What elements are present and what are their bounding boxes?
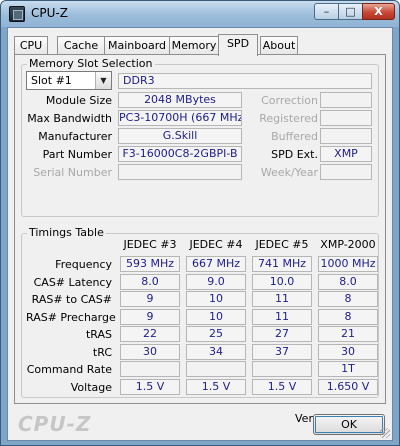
timings-cell: 8.0 — [120, 273, 180, 290]
timings-column-header: JEDEC #5 — [255, 238, 309, 251]
timings-cell: 1.5 V — [186, 378, 246, 395]
max-bandwidth-label: Max Bandwidth — [27, 112, 112, 125]
timings-cell: 11 — [252, 308, 312, 325]
title-bar[interactable]: CPU-Z – □ X — [1, 1, 399, 27]
timings-cell: 1.5 V — [252, 378, 312, 395]
buffered-label: Buffered — [271, 130, 318, 143]
maximize-button[interactable]: □ — [338, 3, 363, 20]
timings-cell — [120, 361, 180, 377]
timings-cell: 27 — [252, 326, 312, 342]
part-number-label: Part Number — [42, 148, 112, 161]
memory-slot-group-title: Memory Slot Selection — [27, 57, 155, 70]
part-number-value: F3-16000C8-2GBPI-B — [118, 146, 242, 162]
timings-cell — [252, 361, 312, 377]
tab-spd[interactable]: SPD — [218, 34, 258, 56]
module-size-label: Module Size — [45, 94, 112, 107]
registered-value — [320, 110, 372, 126]
serial-number-label: Serial Number — [33, 166, 112, 179]
timings-cell — [186, 361, 246, 377]
client-area: CPU Cache Mainboard Memory SPD About Mem… — [7, 27, 393, 441]
timings-row-label: tRC — [92, 345, 112, 359]
timings-cell: 9 — [120, 308, 180, 325]
timings-cell: 30 — [120, 343, 180, 360]
tab-about[interactable]: About — [260, 36, 298, 55]
week-year-label: Week/Year — [260, 166, 318, 179]
slot-select[interactable]: Slot #1 ▼ — [26, 71, 112, 90]
timings-cell: 8 — [318, 308, 378, 325]
tab-cpu[interactable]: CPU — [14, 36, 48, 55]
cpu-z-window: CPU-Z – □ X CPU Cache Mainboard Memory S… — [0, 0, 400, 446]
timings-cell: 741 MHz — [252, 256, 312, 272]
timings-row-label: Command Rate — [26, 363, 112, 376]
timings-column-header: JEDEC #3 — [123, 238, 177, 251]
timings-cell: 9 — [120, 291, 180, 307]
timings-cell: 21 — [318, 326, 378, 342]
correction-value — [320, 92, 372, 108]
max-bandwidth-value: PC3-10700H (667 MHz) — [118, 110, 242, 126]
spd-ext-value: XMP — [320, 146, 372, 162]
registered-label: Registered — [259, 112, 318, 125]
timings-group: Timings Table JEDEC #3 JEDEC #4 JEDEC #5 XM… — [21, 226, 379, 398]
serial-number-value — [118, 164, 242, 180]
timings-group-title: Timings Table — [27, 226, 106, 239]
timings-cell: 8 — [318, 291, 378, 307]
timings-cell: 11 — [252, 291, 312, 307]
timings-cell: 34 — [186, 343, 246, 360]
buffered-value — [320, 128, 372, 144]
timings-cell: 1000 MHz — [318, 256, 378, 272]
timings-cell: 37 — [252, 343, 312, 360]
cpu-z-logo: CPU-Z — [18, 412, 92, 436]
timings-cell: 593 MHz — [120, 256, 180, 272]
timings-cell: 8.0 — [318, 273, 378, 290]
timings-cell: 10.0 — [252, 273, 312, 290]
memory-type-value: DDR3 — [118, 73, 372, 89]
timings-cell: 30 — [318, 343, 378, 360]
timings-cell: 1.5 V — [120, 378, 180, 395]
timings-cell: 25 — [186, 326, 246, 342]
timings-cell: 9.0 — [186, 273, 246, 290]
resize-grip-icon[interactable] — [380, 428, 390, 438]
timings-row-label: Voltage — [70, 380, 112, 394]
window-title: CPU-Z — [31, 6, 68, 20]
timings-cell: 1T — [318, 361, 378, 377]
correction-label: Correction — [261, 94, 318, 107]
spd-ext-label: SPD Ext. — [271, 148, 318, 161]
tab-memory[interactable]: Memory — [169, 36, 219, 55]
timings-row-label: CAS# Latency — [33, 275, 112, 289]
chevron-down-icon[interactable]: ▼ — [95, 72, 111, 89]
manufacturer-label: Manufacturer — [38, 130, 112, 143]
timings-cell: 22 — [120, 326, 180, 342]
timings-cell: 1.650 V — [318, 378, 378, 395]
tab-mainboard[interactable]: Mainboard — [104, 36, 170, 55]
timings-row-label: Frequency — [55, 258, 112, 271]
module-size-value: 2048 MBytes — [118, 92, 242, 108]
ok-button[interactable]: OK — [313, 414, 385, 435]
timings-column-header: XMP-2000 — [320, 238, 376, 251]
spd-panel: Memory Slot Selection Slot #1 ▼ DDR3 Mod… — [14, 54, 386, 425]
close-button[interactable]: X — [362, 3, 395, 20]
cpu-z-app-icon — [9, 6, 25, 22]
week-year-value — [320, 164, 372, 180]
minimize-button[interactable]: – — [314, 3, 339, 20]
timings-column-header: JEDEC #4 — [189, 238, 243, 251]
timings-row-label: tRAS — [85, 328, 112, 341]
tab-cache[interactable]: Cache — [57, 36, 105, 55]
memory-slot-group: Memory Slot Selection Slot #1 ▼ DDR3 Mod… — [21, 57, 379, 217]
timings-cell: 10 — [186, 308, 246, 325]
timings-row-label: RAS# to CAS# — [31, 293, 112, 306]
timings-cell: 667 MHz — [186, 256, 246, 272]
manufacturer-value: G.Skill — [118, 128, 242, 144]
timings-row-label: RAS# Precharge — [26, 310, 116, 324]
slot-select-value: Slot #1 — [31, 74, 72, 87]
timings-cell: 10 — [186, 291, 246, 307]
